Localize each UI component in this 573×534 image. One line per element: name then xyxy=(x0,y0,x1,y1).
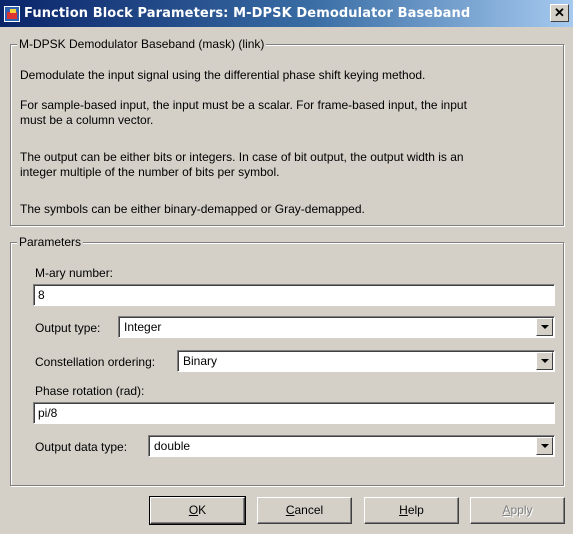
constellation-ordering-label: Constellation ordering: xyxy=(35,355,156,369)
description-text: must be a column vector. xyxy=(20,113,154,127)
description-text: The symbols can be either binary-demappe… xyxy=(20,202,365,216)
apply-button[interactable]: Apply xyxy=(470,497,565,524)
close-icon: ✕ xyxy=(554,5,565,20)
description-text: integer multiple of the number of bits p… xyxy=(20,165,280,179)
title-bar: Function Block Parameters: M-DPSK Demodu… xyxy=(0,0,573,27)
dropdown-button[interactable] xyxy=(536,437,553,455)
output-type-label: Output type: xyxy=(35,321,101,335)
window-title: Function Block Parameters: M-DPSK Demodu… xyxy=(24,6,471,21)
parameters-legend: Parameters xyxy=(17,235,84,249)
mary-number-field[interactable]: 8 xyxy=(33,284,555,306)
description-text: The output can be either bits or integer… xyxy=(20,150,464,164)
constellation-ordering-select[interactable]: Binary xyxy=(177,350,555,372)
mary-number-label: M-ary number: xyxy=(35,266,114,280)
dropdown-button[interactable] xyxy=(536,352,553,370)
output-type-select[interactable]: Integer xyxy=(118,316,555,338)
output-type-value: Integer xyxy=(124,320,162,334)
chevron-down-icon xyxy=(541,325,549,329)
chevron-down-icon xyxy=(541,359,549,363)
constellation-ordering-value: Binary xyxy=(183,354,218,368)
help-button[interactable]: Help xyxy=(364,497,459,524)
output-data-type-value: double xyxy=(154,439,191,453)
ok-button[interactable]: OK xyxy=(149,496,246,525)
output-data-type-select[interactable]: double xyxy=(148,435,555,457)
dropdown-button[interactable] xyxy=(536,318,553,336)
output-data-type-label: Output data type: xyxy=(35,440,128,454)
phase-rotation-field[interactable]: pi/8 xyxy=(33,402,555,424)
description-text: Demodulate the input signal using the di… xyxy=(20,68,426,82)
phase-rotation-label: Phase rotation (rad): xyxy=(35,384,145,398)
description-text: For sample-based input, the input must b… xyxy=(20,98,467,112)
cancel-button[interactable]: Cancel xyxy=(257,497,352,524)
simulink-block-icon xyxy=(4,5,20,22)
chevron-down-icon xyxy=(541,444,549,448)
description-legend: M-DPSK Demodulator Baseband (mask) (link… xyxy=(17,37,267,51)
close-button[interactable]: ✕ xyxy=(550,4,569,22)
